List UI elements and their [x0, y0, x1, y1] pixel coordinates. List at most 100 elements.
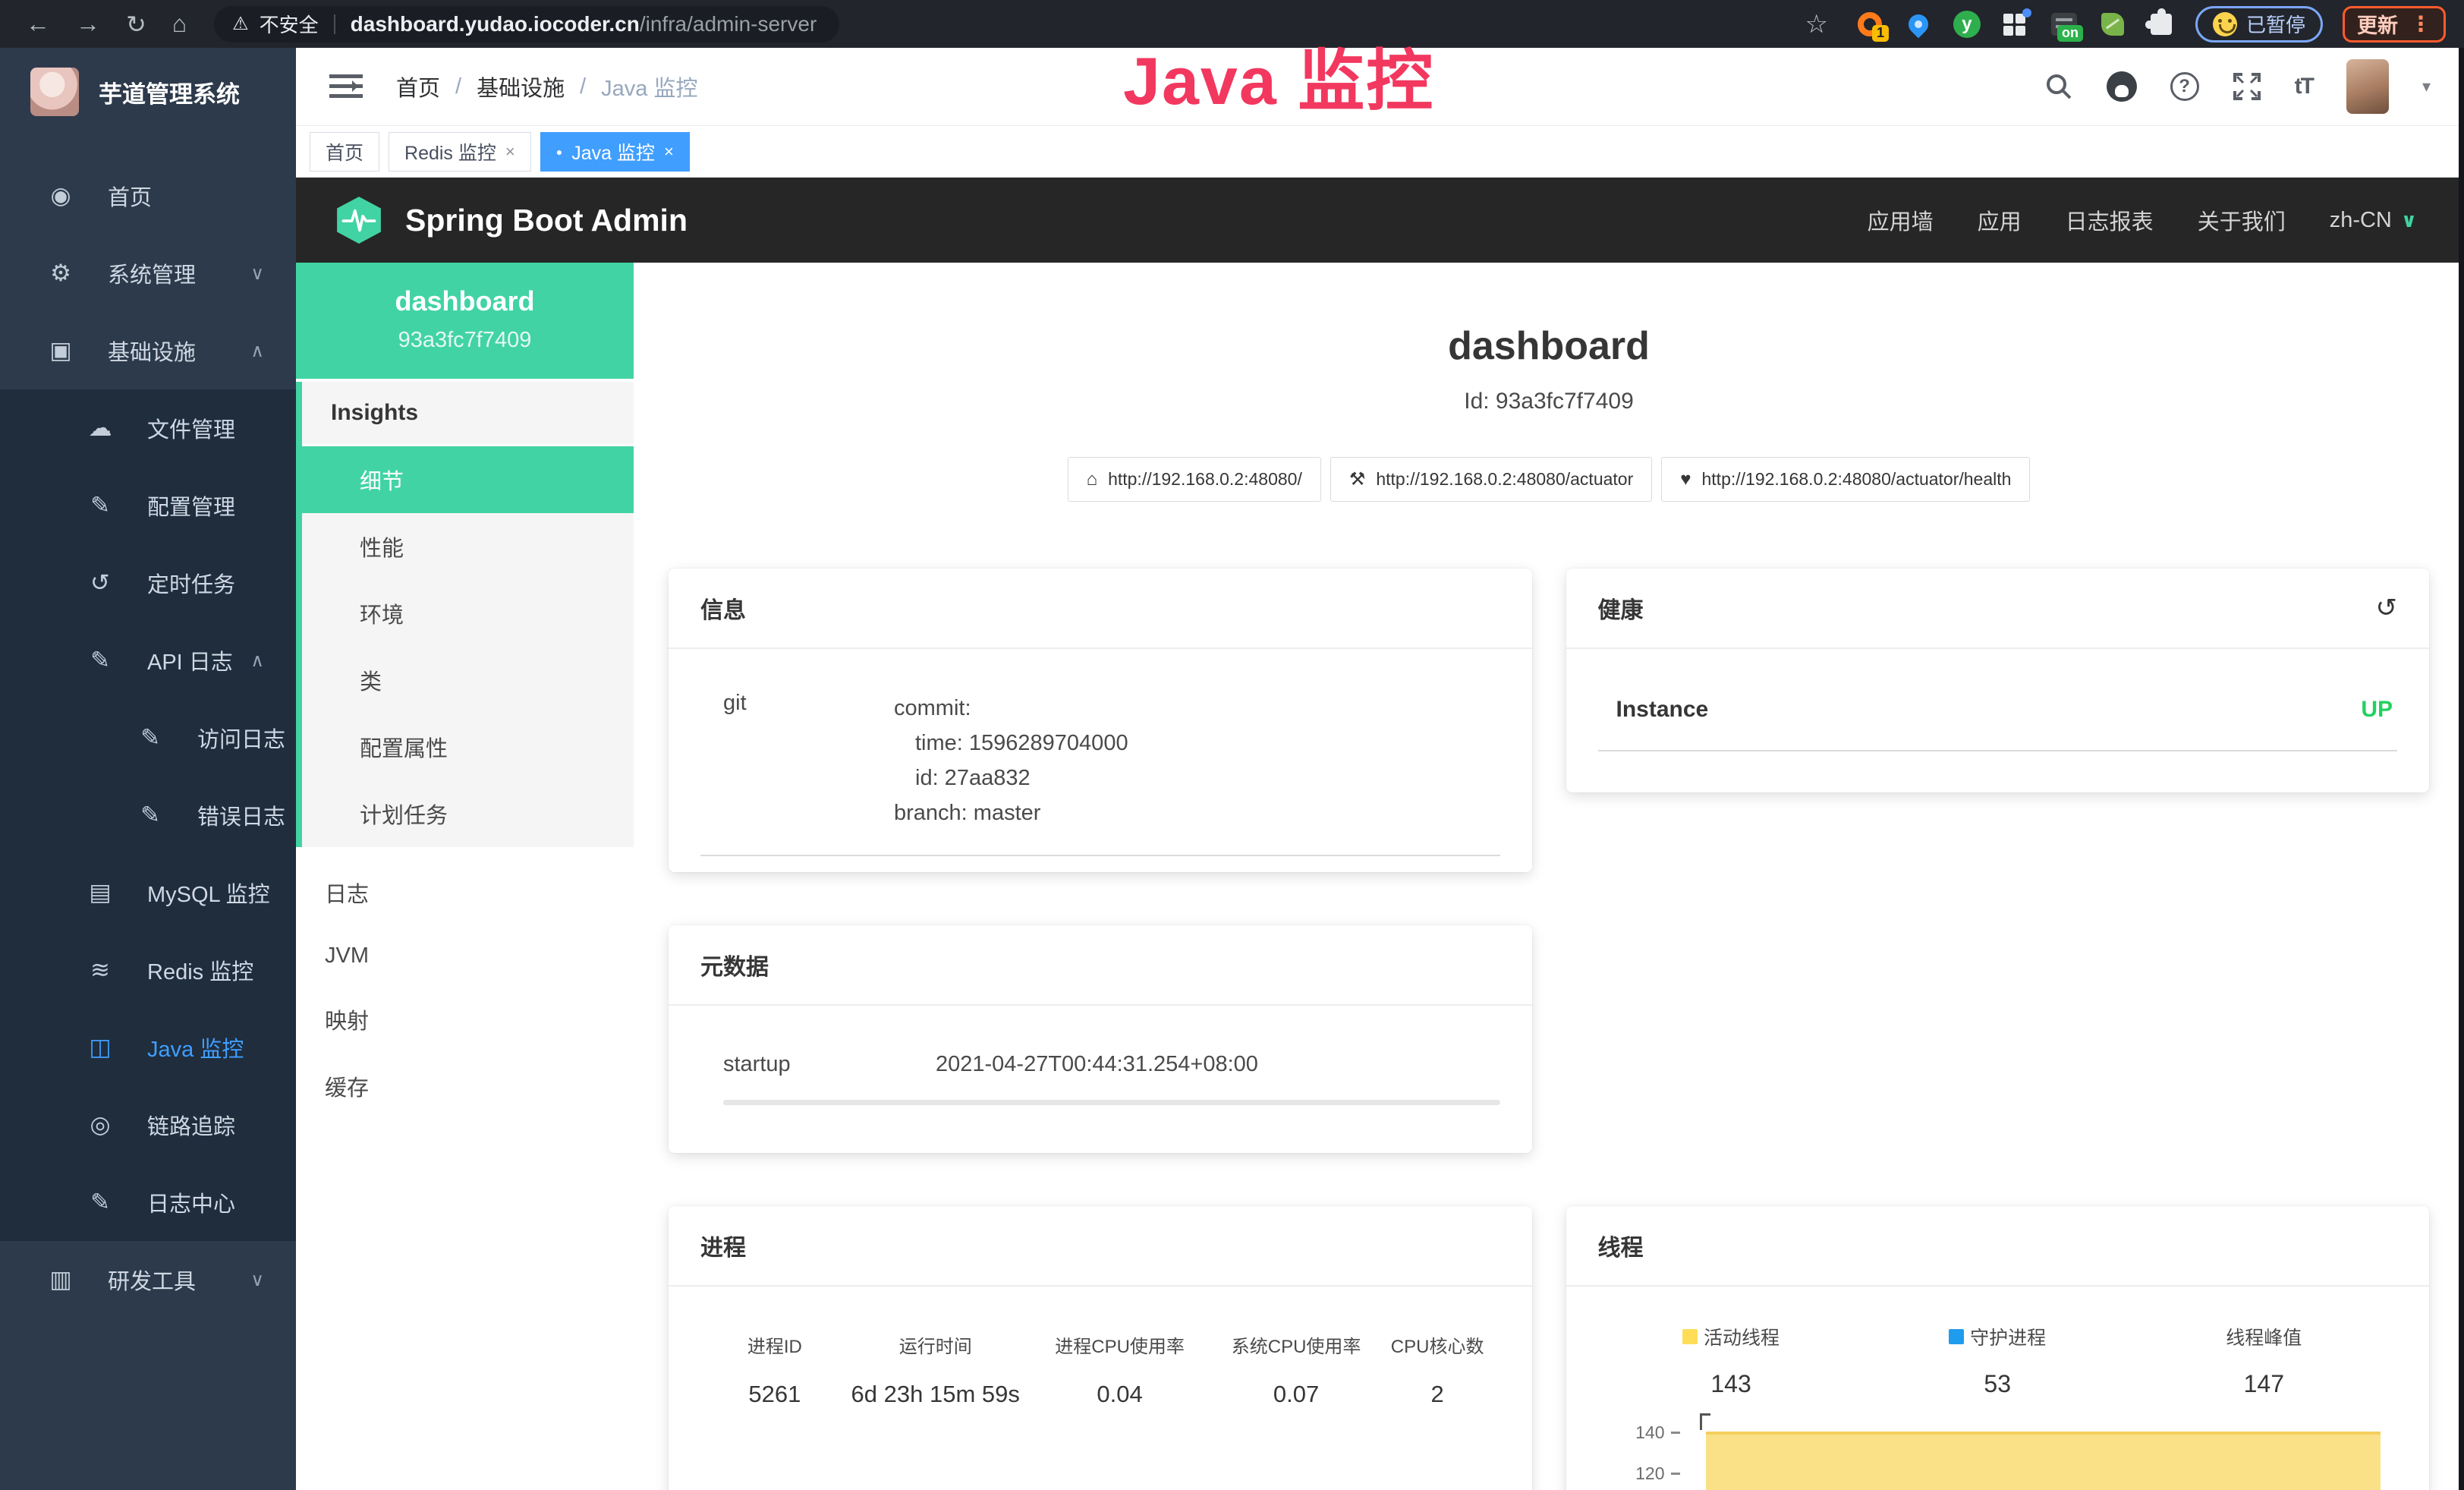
sba-sidebar-item-details[interactable]: 细节: [302, 446, 634, 513]
url-path: /infra/admin-server: [640, 12, 817, 36]
sba-nav-journal[interactable]: 日志报表: [2066, 204, 2154, 236]
health-url-button[interactable]: ♥ http://192.168.0.2:48080/actuator/heal…: [1661, 457, 2030, 502]
sba-sidebar-item-classes[interactable]: 类: [302, 647, 634, 713]
help-icon[interactable]: ?: [2170, 72, 2199, 101]
breadcrumb-home[interactable]: 首页: [396, 71, 440, 102]
fullscreen-icon[interactable]: [2233, 72, 2261, 101]
table-icon: ▤: [85, 879, 115, 906]
home-icon[interactable]: ⌂: [172, 10, 187, 38]
back-icon[interactable]: ←: [26, 10, 50, 38]
sidebar-item-home[interactable]: ◉ 首页: [0, 157, 296, 235]
sba-sidebar-item-environment[interactable]: 环境: [302, 580, 634, 647]
health-card-title: 健康: [1598, 591, 1644, 625]
sba-instance-block[interactable]: dashboard 93a3fc7f7409: [296, 263, 634, 379]
extension-grid-icon[interactable]: [2001, 10, 2030, 39]
screen: ← → ↻ ⌂ ⚠ 不安全 dashboard.yudao.iocoder.cn…: [0, 0, 2464, 1490]
browser-menu-icon[interactable]: ⋮: [2410, 11, 2431, 36]
extension-on-badge: on: [2057, 25, 2083, 42]
health-card: 健康 ↺ Instance UP: [1566, 569, 2430, 792]
github-icon[interactable]: [2107, 71, 2137, 102]
sidebar-item-tracing[interactable]: ◎ 链路追踪: [0, 1086, 296, 1164]
sba-sidebar-item-mappings[interactable]: 映射: [296, 986, 634, 1053]
app-logo-row[interactable]: 芋道管理系统: [0, 48, 296, 136]
extension-on-icon[interactable]: on: [2050, 10, 2079, 39]
sidebar-item-scheduled-tasks[interactable]: ↺ 定时任务: [0, 544, 296, 622]
tab-home[interactable]: 首页: [310, 132, 379, 172]
extension-y-icon[interactable]: y: [1953, 10, 1981, 39]
sidebar-item-dev-tools[interactable]: ▥ 研发工具 ∨: [0, 1241, 296, 1318]
search-icon[interactable]: [2044, 72, 2073, 101]
sidebar-item-infrastructure[interactable]: ▣ 基础设施 ∧: [0, 312, 296, 389]
sidebar-item-log-center[interactable]: ✎ 日志中心: [0, 1164, 296, 1241]
threads-card-title: 线程: [1566, 1206, 2430, 1287]
sidebar-item-redis-monitor[interactable]: ≋ Redis 监控: [0, 931, 296, 1009]
sidebar-item-access-logs[interactable]: ✎ 访问日志: [0, 699, 296, 777]
sidebar-item-config-mgmt[interactable]: ✎ 配置管理: [0, 467, 296, 544]
user-avatar[interactable]: [2346, 59, 2389, 114]
extensions-puzzle-icon[interactable]: [2147, 10, 2176, 39]
threads-legend: 活动线程 143 守护进程: [1598, 1323, 2398, 1398]
sidebar-item-java-monitor[interactable]: ◫ Java 监控: [0, 1009, 296, 1086]
reload-icon[interactable]: ↻: [126, 10, 146, 39]
sba-sidebar-item-jvm[interactable]: JVM: [296, 926, 634, 986]
close-icon[interactable]: ×: [664, 142, 674, 162]
extension-pin-icon[interactable]: [1904, 10, 1933, 39]
page-title: dashboard: [634, 323, 2464, 369]
edit-icon: ✎: [85, 492, 115, 519]
actuator-url-button[interactable]: ⚒ http://192.168.0.2:48080/actuator: [1330, 457, 1652, 502]
breadcrumb-infrastructure[interactable]: 基础设施: [477, 71, 565, 102]
edit-icon: ✎: [85, 1189, 115, 1216]
sba-locale-select[interactable]: zh-CN ∨: [2330, 208, 2417, 233]
forward-icon[interactable]: →: [76, 10, 100, 38]
sidebar-item-mysql-monitor[interactable]: ▤ MySQL 监控: [0, 854, 296, 931]
sba-group-label[interactable]: Insights: [302, 382, 634, 446]
sidebar-item-label: 错误日志: [197, 799, 285, 831]
service-url-button[interactable]: ⌂ http://192.168.0.2:48080/: [1068, 457, 1321, 502]
monitor-icon: ▣: [46, 337, 76, 364]
chevron-up-icon: ∧: [250, 650, 264, 672]
browser-update-button[interactable]: 更新 ⋮: [2343, 6, 2446, 43]
sba-sidebar-item-logs[interactable]: 日志: [296, 859, 634, 926]
sba-sidebar-item-caches[interactable]: 缓存: [296, 1053, 634, 1120]
breadcrumb-current: Java 监控: [601, 71, 697, 102]
info-card: 信息 git commit: time: 1596289704000 id: 2…: [669, 569, 1532, 872]
sba-nav-applications[interactable]: 应用: [1978, 204, 2022, 236]
sidebar-item-system-mgmt[interactable]: ⚙ 系统管理 ∨: [0, 235, 296, 312]
extension-colorzilla-icon[interactable]: 1: [1855, 10, 1884, 39]
tab-java-monitor[interactable]: ● Java 监控 ×: [540, 132, 690, 172]
sidebar-item-file-mgmt[interactable]: ☁ 文件管理: [0, 389, 296, 467]
sba-body: dashboard 93a3fc7f7409 Insights 细节 性能 环境…: [296, 263, 2464, 1490]
sba-sidebar-item-scheduled[interactable]: 计划任务: [302, 780, 634, 847]
url-domain: dashboard.yudao.iocoder.cn: [351, 12, 640, 36]
profile-paused-chip[interactable]: 已暂停: [2195, 6, 2323, 43]
info-value: commit: time: 1596289704000 id: 27aa832 …: [894, 691, 1128, 830]
breadcrumb-separator: /: [455, 74, 461, 99]
cards-grid: 信息 git commit: time: 1596289704000 id: 2…: [634, 569, 2464, 1490]
health-instance-row[interactable]: Instance UP: [1598, 691, 2398, 751]
bookmark-star-icon[interactable]: ☆: [1805, 9, 1828, 39]
sba-nav-about[interactable]: 关于我们: [2198, 204, 2286, 236]
tab-redis-monitor[interactable]: Redis 监控 ×: [389, 132, 531, 172]
close-icon[interactable]: ×: [505, 142, 515, 162]
y-axis-tick: 140: [1627, 1422, 1680, 1443]
chevron-down-icon: ∨: [2401, 209, 2417, 232]
edit-icon: ✎: [135, 802, 165, 829]
address-bar[interactable]: ⚠ 不安全 dashboard.yudao.iocoder.cn/infra/a…: [214, 6, 839, 43]
sba-nav-wallboard[interactable]: 应用墙: [1868, 204, 1934, 236]
history-icon[interactable]: ↺: [2376, 593, 2398, 623]
sidebar-item-label: 日志中心: [147, 1186, 235, 1218]
sidebar-item-error-logs[interactable]: ✎ 错误日志: [0, 777, 296, 854]
edit-icon: ✎: [85, 647, 115, 674]
font-size-icon[interactable]: tT: [2295, 74, 2313, 99]
sidebar-item-label: MySQL 监控: [147, 877, 270, 909]
hamburger-icon[interactable]: [329, 73, 363, 100]
sba-sidebar-item-metrics[interactable]: 性能: [302, 513, 634, 580]
instance-id: 93a3fc7f7409: [304, 328, 626, 353]
sba-sidebar-item-config-props[interactable]: 配置属性: [302, 713, 634, 780]
sidebar-item-api-logs[interactable]: ✎ API 日志 ∧: [0, 622, 296, 699]
avatar-caret-icon[interactable]: ▾: [2422, 77, 2431, 96]
sba-brand[interactable]: Spring Boot Admin: [334, 195, 688, 245]
sidebar-item-label: 首页: [108, 180, 152, 212]
health-instance-label: Instance: [1616, 697, 1709, 723]
extension-leaf-icon[interactable]: [2098, 10, 2127, 39]
